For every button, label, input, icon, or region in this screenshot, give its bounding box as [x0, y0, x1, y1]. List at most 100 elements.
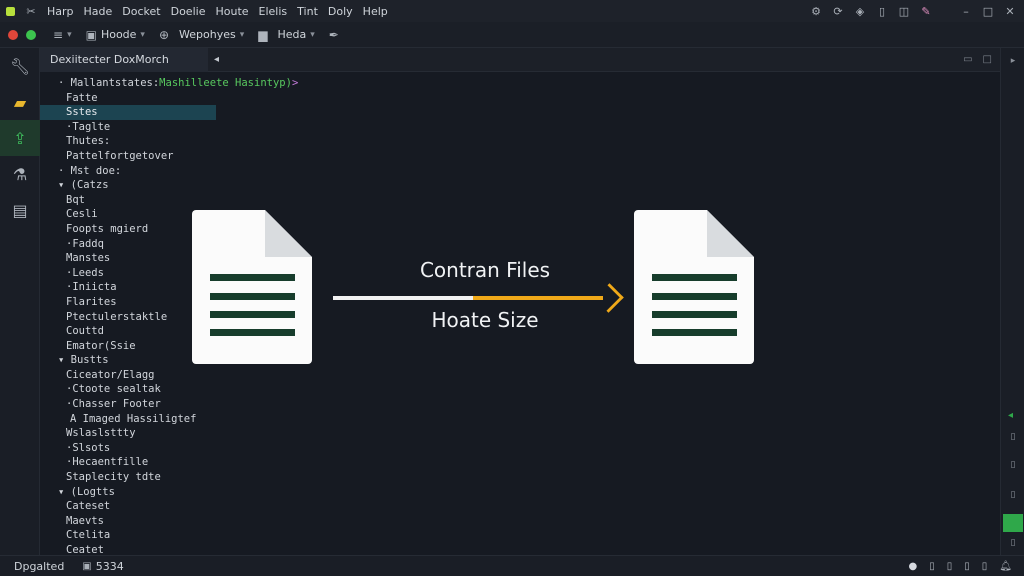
- tree-item[interactable]: Emator(Ssie: [40, 339, 216, 354]
- tree-item[interactable]: ▾ Bustts: [40, 353, 216, 368]
- tree-item[interactable]: Wslaslsttty: [40, 426, 216, 441]
- gutter-marker-icon: ▯: [1010, 538, 1016, 548]
- scroll-thumb[interactable]: [1003, 514, 1023, 532]
- menu-item-docket[interactable]: Docket: [117, 5, 165, 18]
- pin-icon: ✒: [328, 27, 339, 42]
- outline-tree: · Mallantstates:Mashilleete Hasintyp)> F…: [40, 76, 298, 558]
- split-editor-icon[interactable]: ▭: [963, 54, 972, 65]
- extensions-icon[interactable]: ◈: [850, 0, 870, 22]
- chevron-down-icon: ▾: [140, 29, 145, 40]
- toolbar-nav[interactable]: ≡ ▾: [46, 22, 79, 48]
- wrench-icon[interactable]: 🔧︎: [0, 48, 40, 84]
- tree-item[interactable]: Couttd: [40, 324, 216, 339]
- folder-icon[interactable]: ▰: [0, 84, 40, 120]
- menu-item-tint[interactable]: Tint: [292, 5, 323, 18]
- tree-item[interactable]: Maevts: [40, 514, 216, 529]
- record-dot-icon[interactable]: [8, 29, 18, 40]
- chevron-down-icon: ▾: [310, 29, 315, 40]
- status-icon[interactable]: ▯: [947, 561, 953, 572]
- menu-item-doly[interactable]: Doly: [323, 5, 358, 18]
- tree-item[interactable]: Fatte: [40, 91, 216, 106]
- maximize-icon[interactable]: □: [978, 0, 998, 22]
- status-icon[interactable]: ▯: [964, 561, 970, 572]
- toolbar-heda[interactable]: ▆ Heda ▾: [251, 22, 322, 48]
- source-file-icon: [192, 210, 312, 364]
- tree-item[interactable]: ▾ (Logtts: [40, 485, 216, 500]
- tree-item[interactable]: ·Slsots: [40, 441, 216, 456]
- tree-signature-row[interactable]: · Mallantstates:Mashilleete Hasintyp)>: [40, 76, 298, 91]
- compare-arrow-icon: [333, 283, 624, 313]
- status-size[interactable]: 5334: [96, 560, 124, 573]
- tree-item[interactable]: Manstes: [40, 251, 216, 266]
- run-dot-icon[interactable]: [26, 29, 36, 40]
- toolbar-hoode[interactable]: ▣ Hoode ▾: [79, 22, 152, 48]
- compare-subtitle: Hoate Size: [431, 308, 539, 332]
- menu-item-doelie[interactable]: Doelie: [166, 5, 211, 18]
- status-text[interactable]: Dpgalted: [0, 560, 64, 573]
- gutter-marker-icon: ▯: [1010, 432, 1016, 442]
- toolbar-pin[interactable]: ✒: [322, 22, 346, 48]
- close-icon[interactable]: ✕: [1000, 0, 1020, 22]
- gutter-marker-icon: ▯: [1010, 490, 1016, 500]
- tree-item[interactable]: Cesli: [40, 207, 216, 222]
- toolbar-wepohyes[interactable]: ⊕ Wepohyes ▾: [152, 22, 251, 48]
- clipboard-icon[interactable]: ▤: [0, 192, 40, 228]
- settings-icon[interactable]: ⚙: [806, 0, 826, 22]
- sync-icon[interactable]: ⟳: [828, 0, 848, 22]
- tree-item[interactable]: · Mst doe:: [40, 164, 216, 179]
- toolbar: ≡ ▾ ▣ Hoode ▾ ⊕ Wepohyes ▾ ▆ Heda ▾ ✒: [0, 22, 1024, 48]
- menu-bar: ✂ Harp Hade Docket Doelie Houte Elelis T…: [0, 0, 1024, 22]
- editor-tab-strip: Dexiitecter DoxMorch ◂ ▭ □: [40, 47, 1000, 72]
- gutter-marker-icon: ▯: [1010, 460, 1016, 470]
- tree-item[interactable]: ▾ (Catzs: [40, 178, 216, 193]
- status-dot-icon[interactable]: ●: [909, 561, 918, 572]
- tree-item[interactable]: Bqt: [40, 193, 216, 208]
- minimize-icon[interactable]: –: [956, 0, 976, 22]
- tree-item[interactable]: Pattelfortgetover: [40, 149, 216, 164]
- tree-item[interactable]: ·Hecaentfille: [40, 455, 216, 470]
- chevron-down-icon: ▾: [67, 29, 72, 40]
- tree-item[interactable]: Sstes: [40, 105, 216, 120]
- tree-item[interactable]: ·Chasser Footer: [40, 397, 216, 412]
- signature-name: Mallantstates:: [70, 77, 160, 89]
- activity-bar: 🔧︎ ▰ ⇪ ⚗ ▤: [0, 48, 40, 555]
- status-bar: Dpgalted ▣ 5334 ● ▯ ▯ ▯ ▯ 🔔︎: [0, 555, 1024, 576]
- compare-title: Contran Files: [419, 258, 551, 282]
- tree-item[interactable]: Ctelita: [40, 528, 216, 543]
- document-icon[interactable]: ▯: [872, 0, 892, 22]
- toolbar-heda-label: Heda: [277, 28, 307, 41]
- tree-item[interactable]: Flarites: [40, 295, 216, 310]
- status-icon[interactable]: ▯: [929, 561, 935, 572]
- app-logo-icon[interactable]: [0, 0, 20, 22]
- menu-item-hade[interactable]: Hade: [79, 5, 118, 18]
- debug-icon[interactable]: ⚗: [0, 156, 40, 192]
- tree-item[interactable]: Staplecity tdte: [40, 470, 216, 485]
- tree-item[interactable]: Thutes:: [40, 134, 216, 149]
- code-icon[interactable]: ✂: [20, 0, 42, 22]
- menu-item-houte[interactable]: Houte: [210, 5, 253, 18]
- tree-item[interactable]: Foopts mgierd: [40, 222, 216, 237]
- bookmark-icon[interactable]: ◫: [894, 0, 914, 22]
- editor-tab[interactable]: Dexiitecter DoxMorch: [40, 47, 208, 72]
- notifications-icon[interactable]: 🔔︎: [999, 561, 1012, 572]
- status-icon[interactable]: ▯: [982, 561, 988, 572]
- tree-item[interactable]: ·Leeds: [40, 266, 216, 281]
- tree-item[interactable]: Ciceator/Elagg: [40, 368, 216, 383]
- more-actions-icon[interactable]: □: [983, 54, 992, 65]
- menu-item-elelis[interactable]: Elelis: [254, 5, 293, 18]
- tree-item[interactable]: Cateset: [40, 499, 216, 514]
- source-control-icon[interactable]: ⇪: [0, 120, 40, 156]
- chevron-down-icon: ▾: [239, 29, 245, 40]
- tree-item[interactable]: ·Taglte: [40, 120, 216, 135]
- tree-item[interactable]: ·Ctoote sealtak: [40, 382, 216, 397]
- menu-item-help[interactable]: Help: [358, 5, 393, 18]
- tab-close-icon[interactable]: ◂: [214, 54, 228, 65]
- tree-item[interactable]: Ptectulerstaktle: [40, 310, 216, 325]
- brush-icon[interactable]: ✎: [916, 0, 936, 22]
- tree-item[interactable]: ·Faddq: [40, 237, 216, 252]
- tree-item[interactable]: A Imaged Hassiligtef: [40, 412, 216, 427]
- menu-item-harp[interactable]: Harp: [42, 5, 79, 18]
- scroll-gutter[interactable]: ▸ ◂ ▯ ▯ ▯ ▯: [1000, 48, 1024, 555]
- tree-item[interactable]: ·Iniicta: [40, 280, 216, 295]
- folder-icon: ▆: [258, 27, 268, 42]
